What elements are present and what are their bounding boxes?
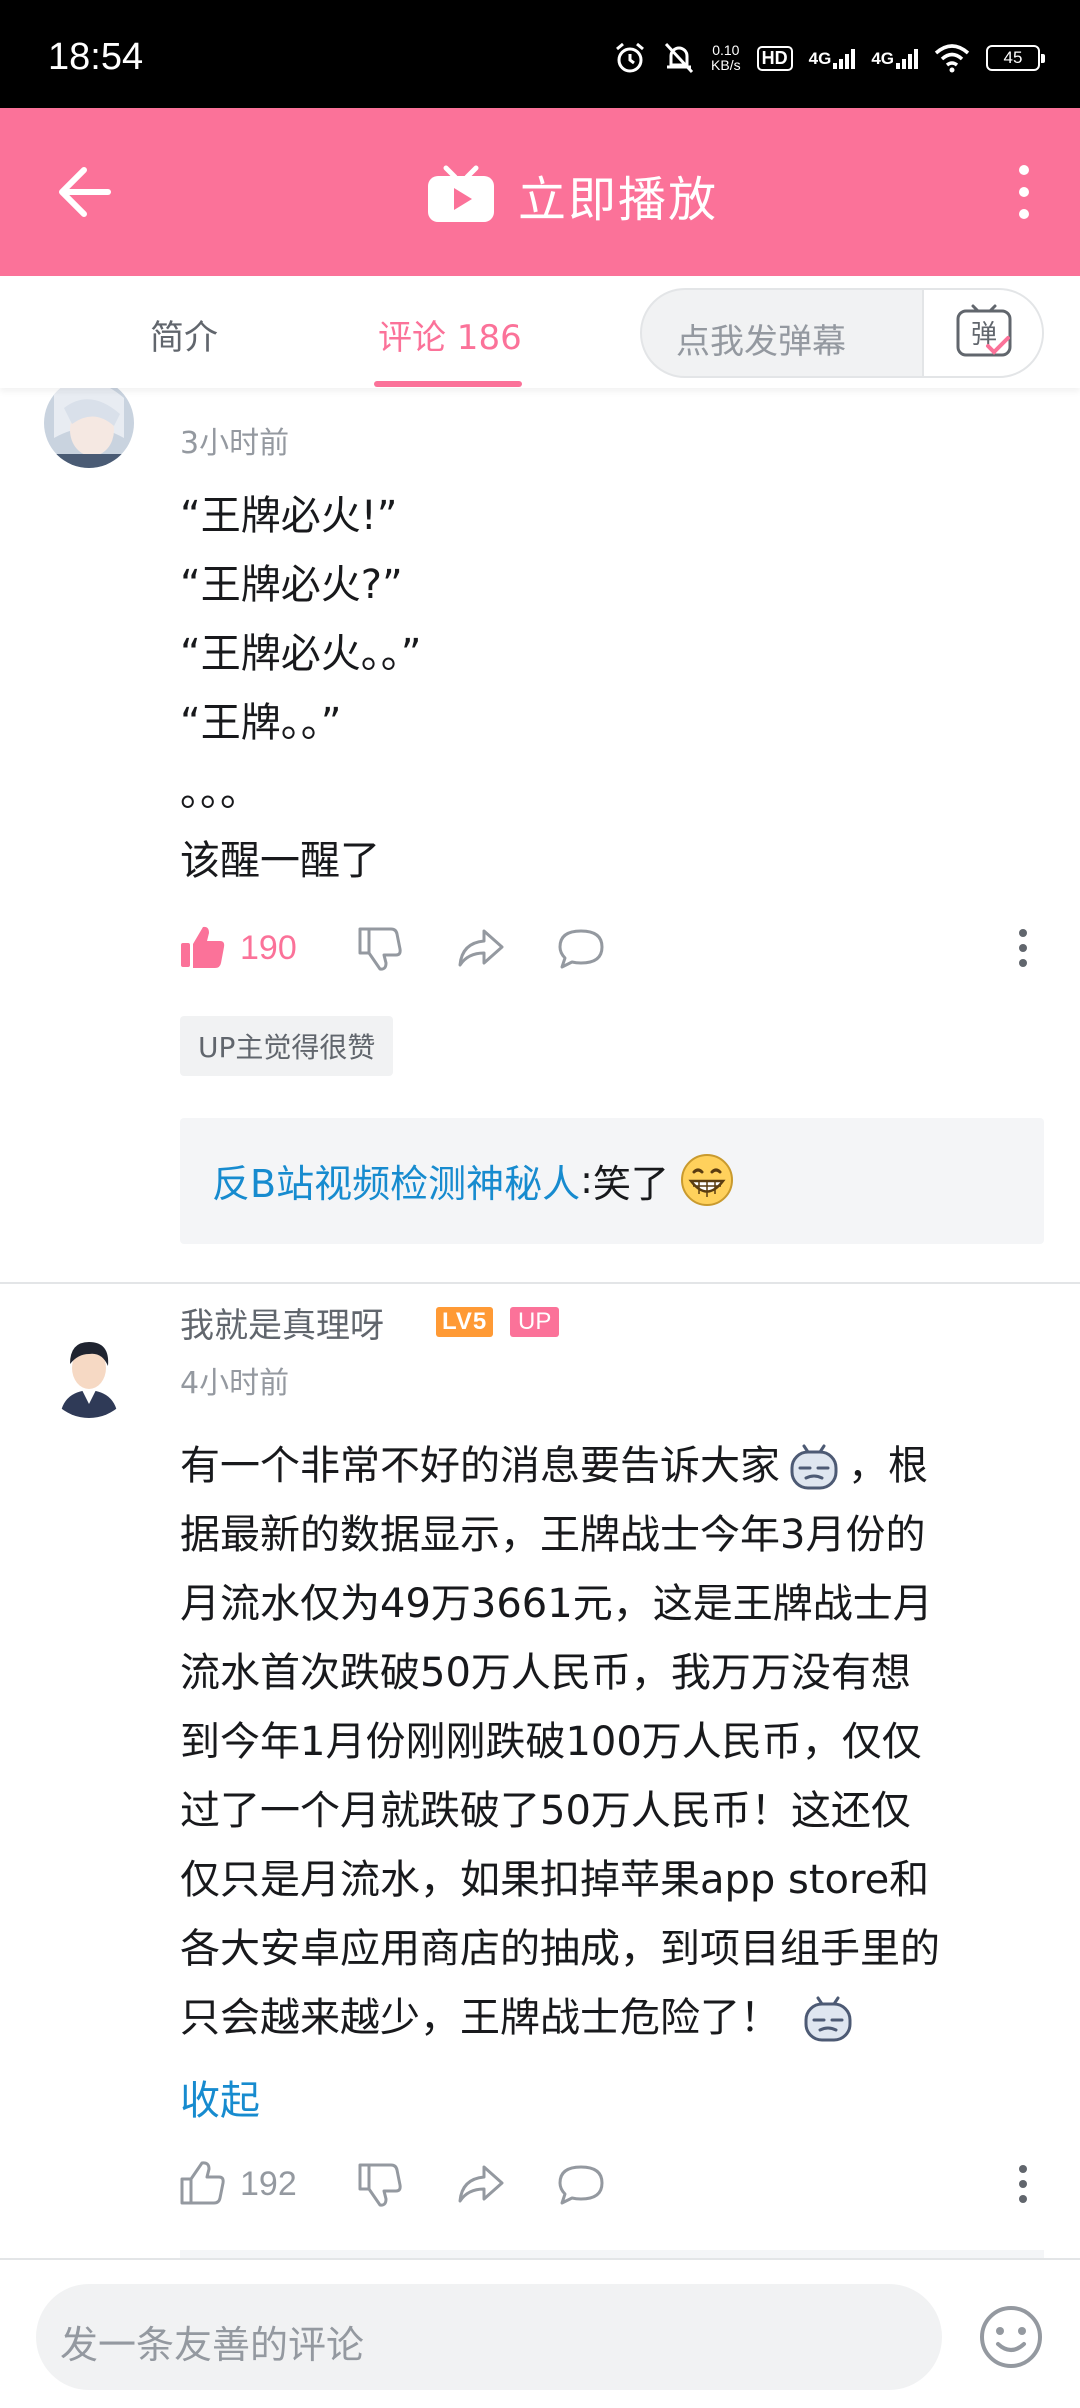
reply-text: 笑了	[592, 1161, 669, 1206]
comment-bubble-icon	[558, 2165, 604, 2205]
robot-emoji-icon	[804, 1996, 852, 2042]
reply-line: 反B站视频检测神秘人: 笑了	[212, 1152, 735, 1208]
hd-voice-badge: HD	[756, 45, 793, 71]
app-header: 立即播放	[0, 108, 1080, 276]
up-badge: UP	[510, 1307, 560, 1337]
comment-input-placeholder: 发一条友善的评论	[60, 2323, 365, 2367]
reply-button[interactable]	[556, 918, 606, 978]
share-icon	[458, 929, 504, 967]
net-speed: 0.10 KB/s	[711, 42, 741, 73]
svg-text:弹: 弹	[971, 320, 997, 350]
active-tab-indicator	[374, 381, 522, 387]
comment-time: 3小时前	[180, 426, 290, 461]
mute-bell-icon	[664, 42, 694, 74]
comment-more-button[interactable]	[998, 2154, 1048, 2214]
status-icons: 0.10 KB/s HD 4G 4G 45	[613, 38, 1045, 78]
share-icon	[458, 2165, 504, 2203]
dislike-button[interactable]	[356, 918, 406, 978]
robot-emoji-icon	[790, 1444, 838, 1490]
battery-icon: 45	[986, 45, 1045, 71]
sim1-signal: 4G	[809, 47, 856, 69]
comment-time: 4小时前	[180, 1366, 290, 1401]
more-vertical-icon	[1019, 2165, 1027, 2203]
comment-body: “王牌必火!” “王牌必火?” “王牌必火。。” “王牌。。” 。。。 该醒一醒…	[180, 493, 422, 884]
status-time: 18:54	[48, 36, 144, 78]
signal-bars-icon	[833, 47, 856, 69]
comment-body: 有一个非常不好的消息要告诉大家 ，根 据最新的数据显示，王牌战士今年3月份的 月流…	[180, 1432, 1040, 2053]
tab-bar: 简介 评论 186 点我发弹幕 弹	[0, 276, 1080, 388]
alarm-icon	[616, 42, 645, 73]
comment-actions: 190	[178, 918, 1040, 978]
like-count: 190	[240, 928, 297, 967]
signal-bars-icon	[896, 47, 918, 69]
play-now-label: 立即播放	[518, 172, 719, 228]
tv-play-icon	[428, 165, 494, 222]
comment-actions: 192	[178, 2154, 1040, 2214]
comment-divider	[0, 1282, 1080, 1284]
avatar[interactable]	[44, 388, 134, 468]
back-arrow-icon[interactable]	[54, 162, 114, 222]
play-now-button[interactable]: 立即播放	[426, 160, 718, 230]
danmaku-icon: 弹	[956, 304, 1012, 357]
wifi-icon	[934, 44, 970, 73]
level-badge: LV5	[436, 1307, 494, 1337]
thumb-up-icon	[180, 2161, 225, 2205]
comment-more-button[interactable]	[998, 918, 1048, 978]
reply-preview[interactable]	[180, 2250, 1044, 2258]
bottom-comment-bar: 发一条友善的评论	[0, 2258, 1080, 2408]
like-count: 192	[240, 2164, 297, 2203]
danmaku-input-box[interactable]: 点我发弹幕 弹	[640, 288, 1044, 378]
status-bar: 18:54 0.10 KB/s HD 4G 4G 45	[0, 0, 1080, 108]
comment-bubble-icon	[558, 929, 604, 969]
reply-preview[interactable]: 反B站视频检测神秘人: 笑了	[180, 1118, 1044, 1244]
tab-intro[interactable]: 简介	[150, 310, 218, 359]
share-button[interactable]	[456, 2154, 506, 2214]
danmaku-placeholder: 点我发弹幕	[676, 322, 846, 362]
reply-button[interactable]	[556, 2154, 606, 2214]
danmaku-toggle-button[interactable]: 弹	[922, 290, 1042, 376]
emoji-icon[interactable]	[978, 2304, 1044, 2370]
sim2-signal: 4G	[871, 47, 918, 69]
thumb-down-icon	[358, 927, 402, 971]
like-button[interactable]: 192	[178, 2154, 297, 2214]
thumb-up-filled-icon	[181, 926, 225, 968]
comment-input[interactable]: 发一条友善的评论	[36, 2284, 942, 2390]
more-vertical-icon	[1019, 929, 1027, 967]
comment-list: 3小时前 “王牌必火!” “王牌必火?” “王牌必火。。” “王牌。。” 。。。…	[0, 388, 1080, 2258]
thumb-down-icon	[358, 2163, 402, 2207]
dislike-button[interactable]	[356, 2154, 406, 2214]
avatar[interactable]	[44, 1328, 134, 1418]
like-button[interactable]: 190	[178, 918, 297, 978]
comment-username[interactable]: 我就是真理呀	[180, 1298, 384, 1347]
tab-comments[interactable]: 评论 186	[378, 310, 522, 359]
collapse-link[interactable]: 收起	[180, 2068, 260, 2126]
share-button[interactable]	[456, 918, 506, 978]
reply-username[interactable]: 反B站视频检测神秘人	[212, 1153, 580, 1208]
up-liked-tag: UP主觉得很赞	[180, 1016, 394, 1076]
grin-emoji-icon	[680, 1154, 733, 1206]
more-vertical-icon[interactable]	[1016, 164, 1032, 220]
